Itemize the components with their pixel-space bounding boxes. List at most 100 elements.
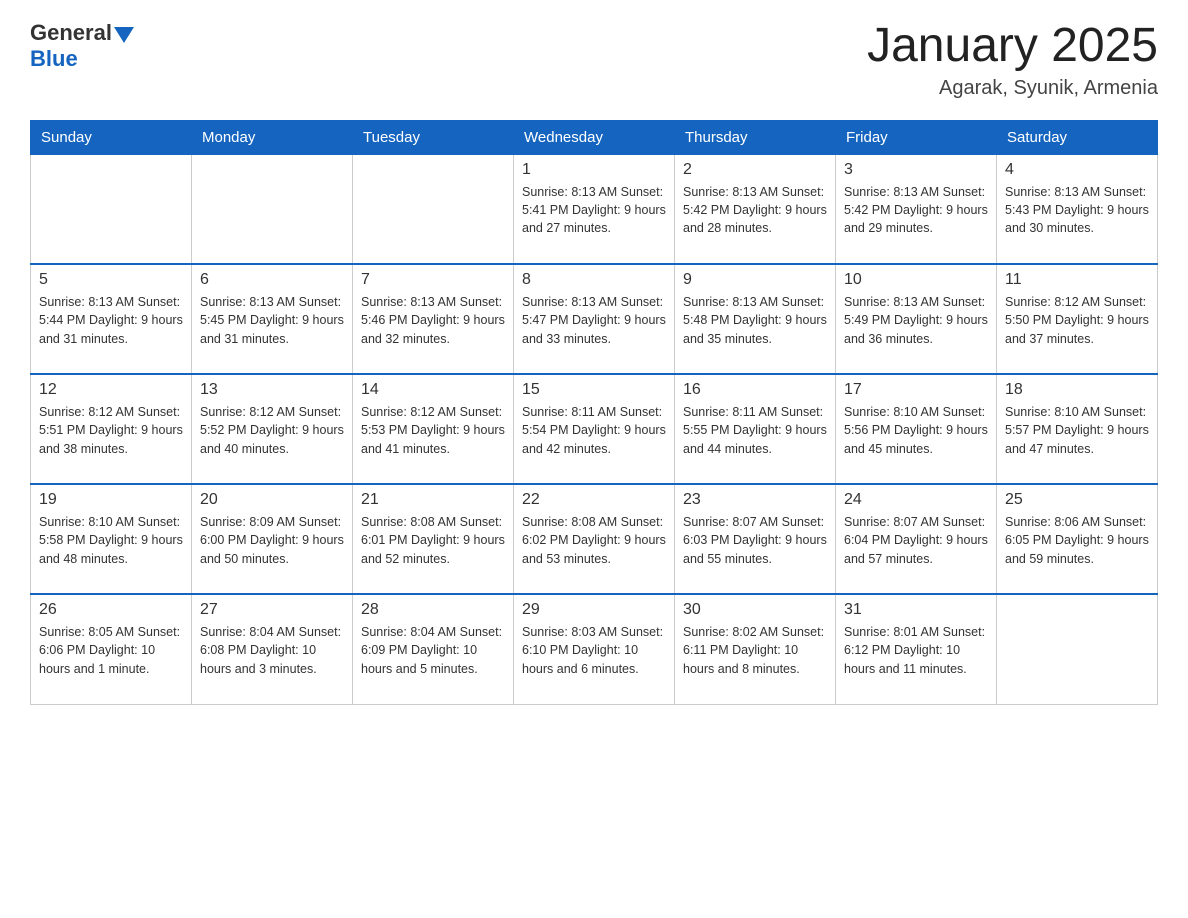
calendar-cell xyxy=(192,154,353,264)
logo-triangle-icon xyxy=(114,27,134,43)
calendar-cell xyxy=(31,154,192,264)
calendar-cell: 2 Sunrise: 8:13 AM Sunset: 5:42 PM Daylig… xyxy=(675,154,836,264)
day-number: 23 xyxy=(683,491,827,509)
header-cell-monday: Monday xyxy=(192,120,353,154)
day-number: 4 xyxy=(1005,161,1149,179)
week-row-5: 26 Sunrise: 8:05 AM Sunset: 6:06 PM Dayli… xyxy=(31,594,1158,704)
day-info: Sunrise: 8:05 AM Sunset: 6:06 PM Dayligh… xyxy=(39,623,183,677)
calendar-cell: 6 Sunrise: 8:13 AM Sunset: 5:45 PM Daylig… xyxy=(192,264,353,374)
day-number: 8 xyxy=(522,271,666,289)
calendar-cell: 22 Sunrise: 8:08 AM Sunset: 6:02 PM Dayli… xyxy=(514,484,675,594)
page-header: General Blue January 2025 Agarak, Syunik… xyxy=(30,20,1158,100)
day-number: 1 xyxy=(522,161,666,179)
calendar-cell: 3Sunrise: 8:13 AM Sunset: 5:42 PM Daylig… xyxy=(836,154,997,264)
week-row-4: 19Sunrise: 8:10 AM Sunset: 5:58 PM Dayli… xyxy=(31,484,1158,594)
day-number: 19 xyxy=(39,491,183,509)
calendar-cell: 30 Sunrise: 8:02 AM Sunset: 6:11 PM Dayli… xyxy=(675,594,836,704)
day-number: 21 xyxy=(361,491,505,509)
calendar-cell: 10 Sunrise: 8:13 AM Sunset: 5:49 PM Dayli… xyxy=(836,264,997,374)
day-info: Sunrise: 8:13 AM Sunset: 5:43 PM Dayligh… xyxy=(1005,183,1149,237)
calendar-cell: 31Sunrise: 8:01 AM Sunset: 6:12 PM Dayli… xyxy=(836,594,997,704)
day-number: 12 xyxy=(39,381,183,399)
day-number: 16 xyxy=(683,381,827,399)
calendar-cell: 12Sunrise: 8:12 AM Sunset: 5:51 PM Dayli… xyxy=(31,374,192,484)
day-number: 14 xyxy=(361,381,505,399)
calendar-cell: 15 Sunrise: 8:11 AM Sunset: 5:54 PM Dayli… xyxy=(514,374,675,484)
day-number: 13 xyxy=(200,381,344,399)
day-number: 9 xyxy=(683,271,827,289)
calendar-cell: 18 Sunrise: 8:10 AM Sunset: 5:57 PM Dayli… xyxy=(997,374,1158,484)
day-number: 22 xyxy=(522,491,666,509)
day-number: 6 xyxy=(200,271,344,289)
calendar-cell: 13 Sunrise: 8:12 AM Sunset: 5:52 PM Dayli… xyxy=(192,374,353,484)
day-info: Sunrise: 8:12 AM Sunset: 5:52 PM Dayligh… xyxy=(200,403,344,457)
calendar-cell: 19Sunrise: 8:10 AM Sunset: 5:58 PM Dayli… xyxy=(31,484,192,594)
day-info: Sunrise: 8:13 AM Sunset: 5:42 PM Dayligh… xyxy=(683,183,827,237)
logo: General Blue xyxy=(30,20,134,72)
calendar-cell: 4 Sunrise: 8:13 AM Sunset: 5:43 PM Daylig… xyxy=(997,154,1158,264)
header-cell-tuesday: Tuesday xyxy=(353,120,514,154)
calendar-title: January 2025 xyxy=(867,20,1158,73)
day-info: Sunrise: 8:04 AM Sunset: 6:09 PM Dayligh… xyxy=(361,623,505,677)
logo-general-text: General xyxy=(30,20,112,46)
day-info: Sunrise: 8:06 AM Sunset: 6:05 PM Dayligh… xyxy=(1005,513,1149,567)
day-info: Sunrise: 8:11 AM Sunset: 5:55 PM Dayligh… xyxy=(683,403,827,457)
header-cell-friday: Friday xyxy=(836,120,997,154)
calendar-cell xyxy=(997,594,1158,704)
day-number: 26 xyxy=(39,601,183,619)
calendar-cell: 17Sunrise: 8:10 AM Sunset: 5:56 PM Dayli… xyxy=(836,374,997,484)
week-row-2: 5 Sunrise: 8:13 AM Sunset: 5:44 PM Daylig… xyxy=(31,264,1158,374)
day-number: 27 xyxy=(200,601,344,619)
day-info: Sunrise: 8:12 AM Sunset: 5:50 PM Dayligh… xyxy=(1005,293,1149,347)
calendar-subtitle: Agarak, Syunik, Armenia xyxy=(867,77,1158,100)
logo-blue-text: Blue xyxy=(30,46,134,72)
calendar-cell: 16 Sunrise: 8:11 AM Sunset: 5:55 PM Dayli… xyxy=(675,374,836,484)
day-number: 7 xyxy=(361,271,505,289)
day-number: 18 xyxy=(1005,381,1149,399)
day-info: Sunrise: 8:10 AM Sunset: 5:57 PM Dayligh… xyxy=(1005,403,1149,457)
calendar-cell: 21 Sunrise: 8:08 AM Sunset: 6:01 PM Dayli… xyxy=(353,484,514,594)
calendar-cell: 23 Sunrise: 8:07 AM Sunset: 6:03 PM Dayli… xyxy=(675,484,836,594)
header-cell-wednesday: Wednesday xyxy=(514,120,675,154)
calendar-cell: 5 Sunrise: 8:13 AM Sunset: 5:44 PM Daylig… xyxy=(31,264,192,374)
day-info: Sunrise: 8:12 AM Sunset: 5:53 PM Dayligh… xyxy=(361,403,505,457)
header-row: SundayMondayTuesdayWednesdayThursdayFrid… xyxy=(31,120,1158,154)
calendar-cell: 11 Sunrise: 8:12 AM Sunset: 5:50 PM Dayli… xyxy=(997,264,1158,374)
day-number: 25 xyxy=(1005,491,1149,509)
day-info: Sunrise: 8:02 AM Sunset: 6:11 PM Dayligh… xyxy=(683,623,827,677)
day-info: Sunrise: 8:11 AM Sunset: 5:54 PM Dayligh… xyxy=(522,403,666,457)
day-info: Sunrise: 8:08 AM Sunset: 6:01 PM Dayligh… xyxy=(361,513,505,567)
day-info: Sunrise: 8:09 AM Sunset: 6:00 PM Dayligh… xyxy=(200,513,344,567)
day-info: Sunrise: 8:13 AM Sunset: 5:47 PM Dayligh… xyxy=(522,293,666,347)
day-number: 29 xyxy=(522,601,666,619)
day-info: Sunrise: 8:13 AM Sunset: 5:45 PM Dayligh… xyxy=(200,293,344,347)
calendar-header: SundayMondayTuesdayWednesdayThursdayFrid… xyxy=(31,120,1158,154)
day-info: Sunrise: 8:08 AM Sunset: 6:02 PM Dayligh… xyxy=(522,513,666,567)
day-info: Sunrise: 8:13 AM Sunset: 5:49 PM Dayligh… xyxy=(844,293,988,347)
header-cell-thursday: Thursday xyxy=(675,120,836,154)
header-cell-saturday: Saturday xyxy=(997,120,1158,154)
calendar-table: SundayMondayTuesdayWednesdayThursdayFrid… xyxy=(30,120,1158,705)
calendar-cell: 8 Sunrise: 8:13 AM Sunset: 5:47 PM Daylig… xyxy=(514,264,675,374)
day-info: Sunrise: 8:07 AM Sunset: 6:03 PM Dayligh… xyxy=(683,513,827,567)
day-number: 30 xyxy=(683,601,827,619)
calendar-cell: 27 Sunrise: 8:04 AM Sunset: 6:08 PM Dayli… xyxy=(192,594,353,704)
calendar-cell: 20Sunrise: 8:09 AM Sunset: 6:00 PM Dayli… xyxy=(192,484,353,594)
day-number: 5 xyxy=(39,271,183,289)
day-info: Sunrise: 8:13 AM Sunset: 5:41 PM Dayligh… xyxy=(522,183,666,237)
day-number: 10 xyxy=(844,271,988,289)
day-number: 28 xyxy=(361,601,505,619)
calendar-cell: 24Sunrise: 8:07 AM Sunset: 6:04 PM Dayli… xyxy=(836,484,997,594)
day-info: Sunrise: 8:13 AM Sunset: 5:42 PM Dayligh… xyxy=(844,183,988,237)
week-row-1: 1 Sunrise: 8:13 AM Sunset: 5:41 PM Daylig… xyxy=(31,154,1158,264)
day-number: 11 xyxy=(1005,271,1149,289)
week-row-3: 12Sunrise: 8:12 AM Sunset: 5:51 PM Dayli… xyxy=(31,374,1158,484)
day-number: 2 xyxy=(683,161,827,179)
calendar-cell: 1 Sunrise: 8:13 AM Sunset: 5:41 PM Daylig… xyxy=(514,154,675,264)
calendar-cell: 7Sunrise: 8:13 AM Sunset: 5:46 PM Daylig… xyxy=(353,264,514,374)
day-info: Sunrise: 8:13 AM Sunset: 5:44 PM Dayligh… xyxy=(39,293,183,347)
day-number: 15 xyxy=(522,381,666,399)
day-number: 31 xyxy=(844,601,988,619)
day-info: Sunrise: 8:04 AM Sunset: 6:08 PM Dayligh… xyxy=(200,623,344,677)
calendar-cell xyxy=(353,154,514,264)
